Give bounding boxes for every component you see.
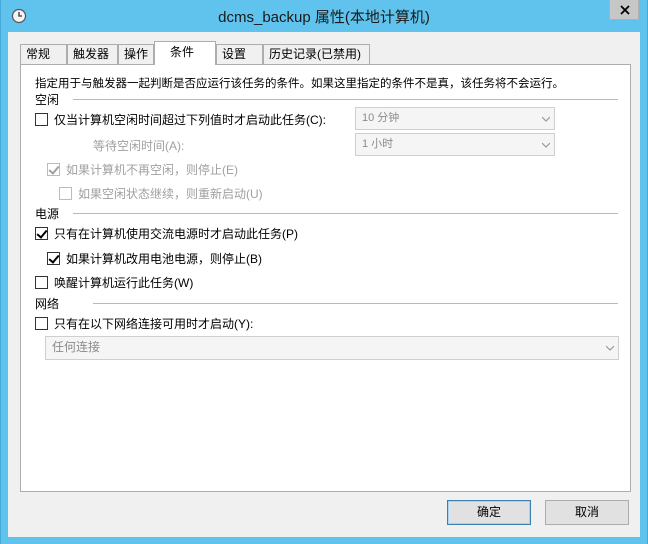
stop-if-not-idle-option[interactable]: 如果计算机不再空闲，则停止(E)	[47, 161, 238, 178]
network-connection-value: 任何连接	[52, 340, 101, 354]
stop-on-battery-checkbox[interactable]	[47, 252, 60, 265]
cancel-button[interactable]: 取消	[545, 500, 629, 525]
power-group-title: 电源	[35, 207, 60, 221]
wait-idle-value: 1 小时	[362, 138, 394, 150]
tab-general[interactable]: 常规	[20, 44, 67, 65]
close-icon	[620, 5, 630, 15]
conditions-panel: 指定用于与触发器一起判断是否应运行该任务的条件。如果这里指定的条件不是真，该任务…	[20, 64, 631, 492]
ok-button[interactable]: 确定	[447, 500, 531, 525]
tab-history[interactable]: 历史记录(已禁用)	[263, 44, 370, 65]
chevron-down-icon	[606, 345, 614, 351]
close-button[interactable]	[609, 0, 639, 20]
network-group-divider	[93, 303, 618, 304]
window-title: dcms_backup 属性(本地计算机)	[218, 9, 430, 26]
title-bar[interactable]: dcms_backup 属性(本地计算机)	[1, 0, 647, 32]
ac-only-checkbox[interactable]	[35, 227, 48, 240]
wake-label: 唤醒计算机运行此任务(W)	[54, 276, 194, 290]
chevron-down-icon	[542, 142, 550, 148]
power-group-divider	[73, 213, 618, 214]
tab-actions[interactable]: 操作	[118, 44, 154, 65]
only-if-network-option[interactable]: 只有在以下网络连接可用时才启动(Y):	[35, 315, 253, 332]
wake-option[interactable]: 唤醒计算机运行此任务(W)	[35, 274, 193, 291]
network-connection-select[interactable]: 任何连接	[45, 336, 619, 360]
ac-only-label: 只有在计算机使用交流电源时才启动此任务(P)	[54, 227, 298, 241]
restart-if-idle-label: 如果空闲状态继续，则重新启动(U)	[78, 187, 263, 201]
idle-group-title: 空闲	[35, 93, 60, 107]
tab-conditions[interactable]: 条件	[154, 41, 216, 65]
restart-if-idle-option[interactable]: 如果空闲状态继续，则重新启动(U)	[59, 185, 263, 202]
dialog-client: 常规 触发器 操作 条件 设置 历史记录(已禁用) 指定用于与触发器一起判断是否…	[8, 32, 640, 537]
stop-if-not-idle-checkbox[interactable]	[47, 163, 60, 176]
tab-settings[interactable]: 设置	[216, 44, 263, 65]
properties-window: dcms_backup 属性(本地计算机) 常规 触发器 操作 条件 设置 历史…	[0, 0, 648, 544]
only-if-network-checkbox[interactable]	[35, 317, 48, 330]
stop-on-battery-label: 如果计算机改用电池电源，则停止(B)	[66, 252, 262, 266]
idle-duration-select[interactable]: 10 分钟	[355, 107, 555, 130]
stop-if-not-idle-label: 如果计算机不再空闲，则停止(E)	[66, 163, 238, 177]
idle-duration-value: 10 分钟	[362, 112, 400, 124]
wait-idle-select[interactable]: 1 小时	[355, 133, 555, 156]
wake-checkbox[interactable]	[35, 276, 48, 289]
only-if-network-label: 只有在以下网络连接可用时才启动(Y):	[54, 317, 254, 331]
tab-triggers[interactable]: 触发器	[67, 44, 118, 65]
ac-only-option[interactable]: 只有在计算机使用交流电源时才启动此任务(P)	[35, 225, 298, 242]
restart-if-idle-checkbox[interactable]	[59, 187, 72, 200]
wait-idle-label: 等待空闲时间(A):	[93, 139, 185, 153]
description-text: 指定用于与触发器一起判断是否应运行该任务的条件。如果这里指定的条件不是真，该任务…	[35, 78, 564, 90]
idle-group-divider	[73, 99, 618, 100]
start-if-idle-label: 仅当计算机空闲时间超过下列值时才启动此任务(C):	[54, 113, 326, 127]
chevron-down-icon	[542, 116, 550, 122]
start-if-idle-option[interactable]: 仅当计算机空闲时间超过下列值时才启动此任务(C):	[35, 111, 326, 128]
network-group-title: 网络	[35, 297, 60, 311]
start-if-idle-checkbox[interactable]	[35, 113, 48, 126]
stop-on-battery-option[interactable]: 如果计算机改用电池电源，则停止(B)	[47, 250, 262, 267]
